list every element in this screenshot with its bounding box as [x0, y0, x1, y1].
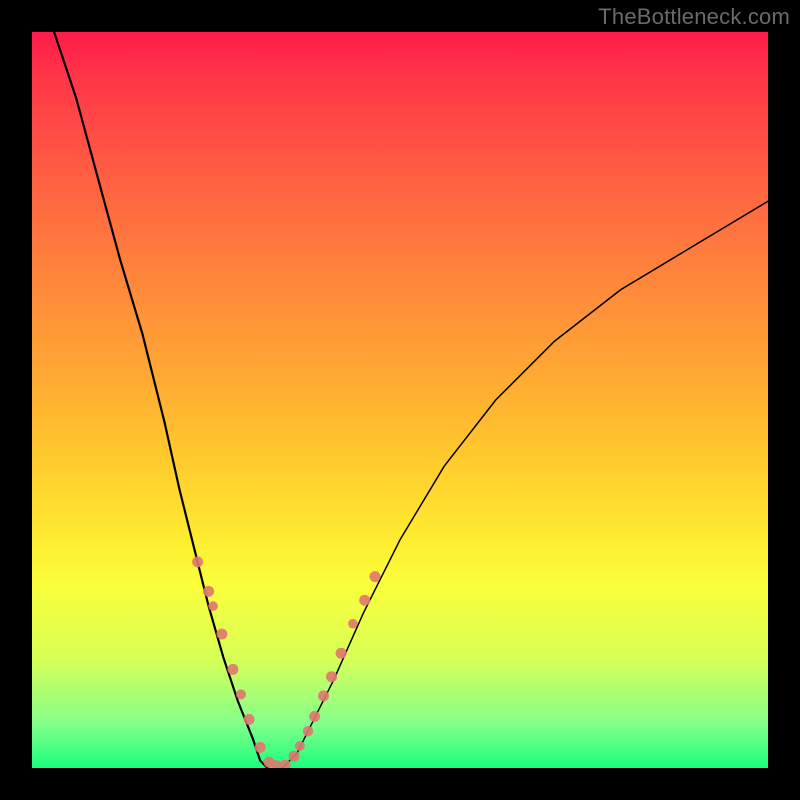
highlight-dot [318, 690, 329, 701]
highlight-dot [192, 556, 203, 567]
highlight-dot [208, 601, 218, 611]
chart-overlay-svg [32, 32, 768, 768]
highlight-dot [295, 741, 305, 751]
highlight-dot [336, 648, 347, 659]
highlight-dot [289, 751, 300, 762]
highlight-dot [348, 619, 358, 629]
highlight-dot [255, 742, 266, 753]
highlight-dot [309, 711, 320, 722]
highlight-dot [244, 714, 255, 725]
highlight-dot [326, 671, 337, 682]
highlight-dot [303, 726, 313, 736]
highlight-dot [236, 689, 246, 699]
highlight-dots-group [192, 556, 380, 768]
curve-left [54, 32, 267, 768]
highlight-dot [370, 571, 381, 582]
highlight-dot [227, 664, 238, 675]
chart-plot-area [32, 32, 768, 768]
highlight-dot [203, 586, 214, 597]
highlight-dot [216, 629, 227, 640]
curve-right [282, 201, 768, 768]
watermark-text: TheBottleneck.com [598, 4, 790, 30]
highlight-dot [359, 595, 370, 606]
chart-frame: TheBottleneck.com [0, 0, 800, 800]
